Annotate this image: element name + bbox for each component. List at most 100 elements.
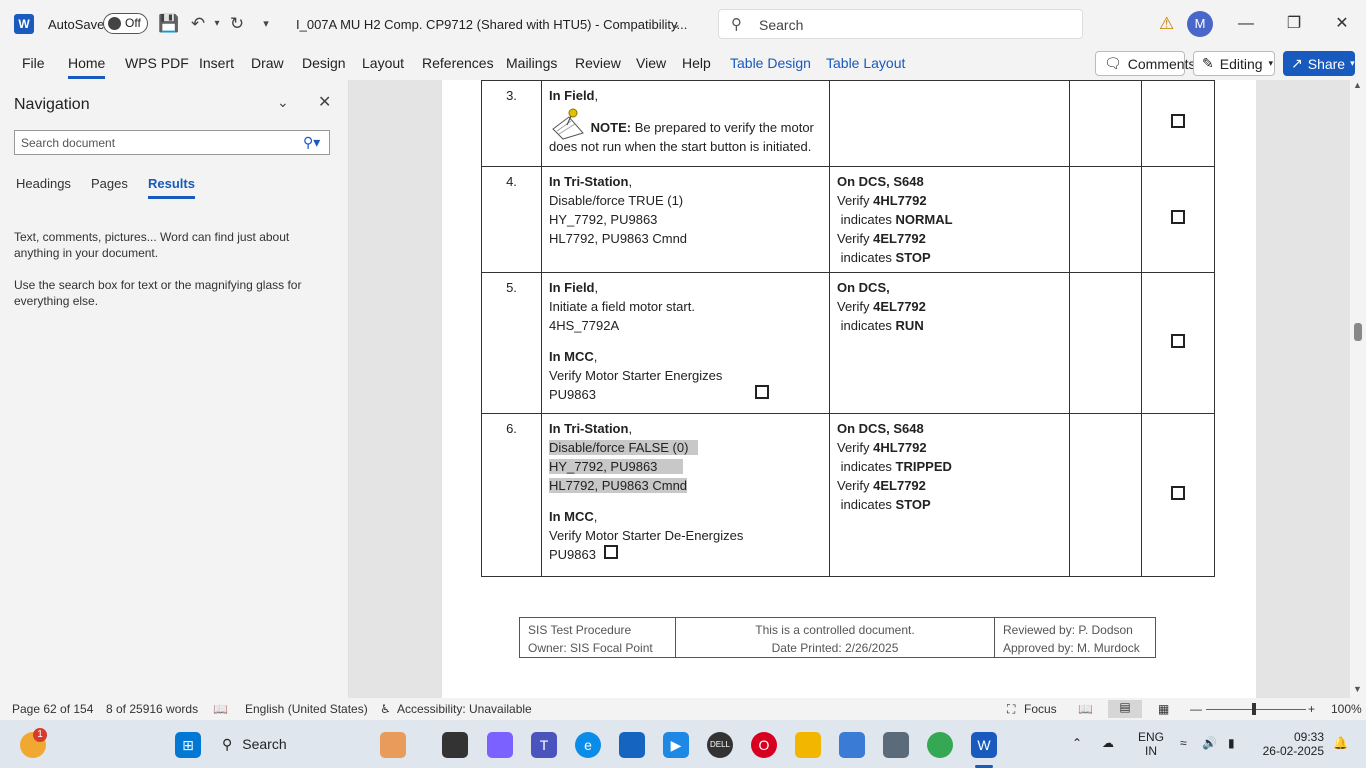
comments-button[interactable]: 🗨 Comments: [1095, 51, 1195, 76]
magnifier-icon[interactable]: ⚲▾: [303, 134, 320, 151]
close-icon[interactable]: ✕: [1328, 10, 1356, 38]
tab-table-design[interactable]: Table Design: [730, 55, 811, 71]
wifi-icon[interactable]: ≈: [1180, 736, 1187, 750]
tab-insert[interactable]: Insert: [199, 55, 234, 71]
tab-mailings[interactable]: Mailings: [506, 55, 557, 71]
tab-table-layout[interactable]: Table Layout: [826, 55, 905, 71]
focus-icon[interactable]: ⛶: [1007, 702, 1015, 717]
language-indicator[interactable]: ENG IN: [1138, 730, 1164, 758]
clock[interactable]: 09:33 26-02-2025: [1260, 730, 1324, 758]
volume-icon[interactable]: 🔊: [1202, 736, 1217, 750]
checkbox-icon[interactable]: [1171, 210, 1185, 224]
minimize-icon[interactable]: —: [1232, 10, 1260, 38]
title-search-box[interactable]: ⚲ Search: [718, 9, 1083, 39]
notification-center-icon[interactable]: 🔔: [1333, 736, 1348, 750]
nav-options-chevron-icon[interactable]: ⌄: [277, 94, 289, 111]
checkbox-icon[interactable]: [1171, 485, 1185, 500]
action-cell[interactable]: In Tri-Station, Disable/force FALSE (0) …: [541, 413, 830, 577]
accessibility-icon[interactable]: ♿: [380, 702, 391, 716]
checkbox-icon[interactable]: [755, 385, 769, 399]
copilot-icon[interactable]: [487, 732, 513, 758]
autosave-toggle[interactable]: Off: [103, 13, 148, 34]
tray-app-icon[interactable]: ☁: [1102, 736, 1114, 750]
taskbar-search[interactable]: ⚲ Search: [212, 729, 372, 759]
page-count[interactable]: Page 62 of 154: [12, 702, 93, 716]
share-button[interactable]: ↗ Share ▾: [1283, 51, 1355, 76]
tab-references[interactable]: References: [422, 55, 494, 71]
blank-cell[interactable]: [1069, 80, 1142, 167]
scroll-thumb[interactable]: [1354, 323, 1362, 341]
vertical-scrollbar[interactable]: ▲ ▼: [1350, 80, 1366, 698]
zoom-slider-thumb[interactable]: [1252, 703, 1256, 715]
tab-design[interactable]: Design: [302, 55, 346, 71]
store-icon[interactable]: [619, 732, 645, 758]
zoom-level[interactable]: 100%: [1331, 702, 1362, 716]
proofing-icon[interactable]: 📖: [213, 702, 228, 716]
tab-home[interactable]: Home: [68, 55, 106, 79]
zoom-out-icon[interactable]: —: [1190, 702, 1202, 716]
undo-dropdown-icon[interactable]: ▾: [206, 13, 228, 35]
tab-wps-pdf[interactable]: WPS PDF: [125, 55, 189, 71]
blank-cell[interactable]: [1069, 272, 1142, 414]
word-taskbar-icon[interactable]: W: [971, 732, 997, 758]
customize-toolbar-icon[interactable]: ▾: [255, 13, 277, 35]
mail-icon[interactable]: ▶: [663, 732, 689, 758]
teams-icon[interactable]: T: [531, 732, 557, 758]
tab-review[interactable]: Review: [575, 55, 621, 71]
redo-icon[interactable]: ↻: [226, 13, 248, 35]
document-title[interactable]: I_007A MU H2 Comp. CP9712 (Shared with H…: [296, 0, 687, 48]
windows-start-icon[interactable]: ⊞: [175, 732, 201, 758]
tab-help[interactable]: Help: [682, 55, 711, 71]
tab-layout[interactable]: Layout: [362, 55, 404, 71]
scroll-down-icon[interactable]: ▼: [1353, 684, 1362, 694]
edge-icon[interactable]: e: [575, 732, 601, 758]
avatar[interactable]: M: [1187, 11, 1213, 37]
tab-file[interactable]: File: [22, 55, 45, 71]
checkbox-cell[interactable]: [1141, 413, 1215, 577]
warning-icon[interactable]: ⚠: [1159, 14, 1174, 34]
remote-app-icon[interactable]: [883, 732, 909, 758]
nav-tab-headings[interactable]: Headings: [16, 176, 71, 191]
scroll-up-icon[interactable]: ▲: [1353, 80, 1362, 90]
document-page[interactable]: 3. In Field, NOTE: Be prepared to verify…: [442, 80, 1256, 698]
title-chevron-down-icon[interactable]: ⌄: [665, 13, 687, 35]
action-cell[interactable]: In Field, Initiate a field motor start. …: [541, 272, 830, 414]
tray-chevron-icon[interactable]: ⌃: [1072, 736, 1082, 750]
zoom-slider[interactable]: [1206, 709, 1306, 710]
focus-label[interactable]: Focus: [1024, 702, 1057, 716]
action-cell[interactable]: In Field, NOTE: Be prepared to verify th…: [541, 80, 830, 167]
dell-icon[interactable]: DELL: [707, 732, 733, 758]
chrome-icon[interactable]: [927, 732, 953, 758]
checkbox-cell[interactable]: [1141, 272, 1215, 414]
action-cell[interactable]: In Tri-Station, Disable/force TRUE (1) H…: [541, 166, 830, 273]
word-count[interactable]: 8 of 25916 words: [106, 702, 198, 716]
checkbox-cell[interactable]: [1141, 80, 1215, 167]
language-status[interactable]: English (United States): [245, 702, 368, 716]
zoom-in-icon[interactable]: +: [1308, 702, 1315, 716]
file-explorer-icon[interactable]: [795, 732, 821, 758]
checkbox-icon[interactable]: [1171, 333, 1185, 348]
verify-cell[interactable]: On DCS, S648 Verify 4HL7792 indicates TR…: [829, 413, 1070, 577]
battery-icon[interactable]: ▮: [1228, 736, 1235, 750]
read-mode-icon[interactable]: 📖: [1078, 702, 1093, 716]
checkbox-cell[interactable]: [1141, 166, 1215, 273]
tab-view[interactable]: View: [636, 55, 666, 71]
restore-icon[interactable]: ❐: [1280, 10, 1308, 38]
nav-close-icon[interactable]: ✕: [318, 92, 331, 112]
tab-draw[interactable]: Draw: [251, 55, 284, 71]
checkbox-icon[interactable]: [1171, 114, 1185, 128]
print-layout-icon[interactable]: ▤: [1108, 700, 1142, 718]
editing-button[interactable]: ✎ Editing ▾: [1193, 51, 1275, 76]
search-document-input[interactable]: Search document ⚲▾: [14, 130, 330, 155]
app-icon[interactable]: [839, 732, 865, 758]
blank-cell[interactable]: [1069, 413, 1142, 577]
web-layout-icon[interactable]: ▦: [1158, 702, 1169, 716]
nav-tab-pages[interactable]: Pages: [91, 176, 128, 191]
checkbox-icon[interactable]: [603, 545, 618, 559]
verify-cell[interactable]: On DCS, Verify 4EL7792 indicates RUN: [829, 272, 1070, 414]
verify-cell[interactable]: On DCS, S648 Verify 4HL7792 indicates NO…: [829, 166, 1070, 273]
blank-cell[interactable]: [1069, 166, 1142, 273]
widget-icon[interactable]: [380, 732, 406, 758]
accessibility-status[interactable]: Accessibility: Unavailable: [397, 702, 532, 716]
save-icon[interactable]: 💾: [158, 13, 180, 35]
